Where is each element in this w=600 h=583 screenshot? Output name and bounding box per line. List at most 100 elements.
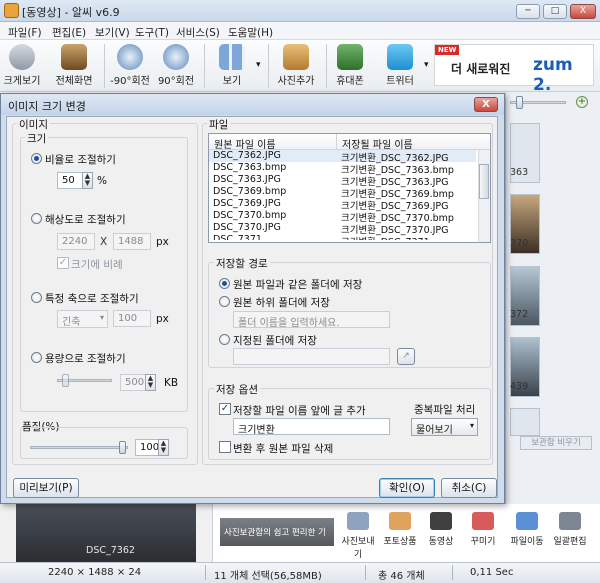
thumbnail[interactable]	[510, 408, 540, 436]
status-dimensions: 2240 × 1488 × 24	[48, 567, 142, 578]
menu-view[interactable]: 보기(V)	[95, 25, 130, 40]
capacity-slider[interactable]	[57, 374, 112, 387]
capacity-slider-thumb[interactable]	[62, 374, 69, 387]
fullscreen-button[interactable]: 전체화면	[50, 42, 98, 90]
photo-products-button[interactable]: 포토상품	[380, 512, 420, 547]
video-button[interactable]: 동영상	[421, 512, 461, 547]
scrollbar-thumb[interactable]	[479, 164, 489, 199]
folder-name-input[interactable]: 폴더 이름을 입력하세요.	[233, 311, 390, 328]
ratio-input[interactable]: 50	[57, 172, 85, 189]
twitter-dropdown-arrow[interactable]: ▾	[424, 60, 429, 70]
axis-radio[interactable]	[31, 292, 42, 303]
column-saved[interactable]: 저장될 파일 이름	[342, 136, 413, 151]
sub-folder-radio[interactable]	[219, 296, 230, 307]
zoom-in-icon[interactable]: +	[576, 96, 588, 108]
move-file-button[interactable]: 파일이동	[507, 512, 547, 547]
batch-edit-button[interactable]: 일괄편집	[550, 512, 590, 547]
status-selected: 11 개체 선택(56,58MB)	[214, 571, 322, 582]
ratio-radio[interactable]	[31, 153, 42, 164]
enlarge-view-button[interactable]: 크게보기	[2, 42, 42, 90]
axis-select[interactable]: 긴축 ▾	[57, 310, 108, 328]
rotate-right-button[interactable]: 90°회전	[156, 42, 196, 90]
window-title: [동영상] - 알씨 v6.9	[22, 6, 120, 19]
column-original[interactable]: 원본 파일 이름	[214, 136, 276, 151]
toolbar-separator	[204, 44, 205, 88]
quality-slider[interactable]	[30, 441, 128, 455]
capacity-radio[interactable]	[31, 352, 42, 363]
keep-ratio-checkbox[interactable]: ✓	[57, 257, 69, 269]
send-photo-button[interactable]: 사진보내기	[338, 512, 378, 560]
empty-bin-button[interactable]: 보관함 비우기	[520, 436, 592, 450]
ratio-spinner[interactable]: ▲ ▼	[82, 172, 93, 189]
same-folder-label: 원본 파일과 같은 폴더에 저장	[233, 279, 363, 291]
status-separator	[205, 565, 206, 580]
quality-slider-thumb[interactable]	[119, 441, 126, 454]
add-photo-button[interactable]: 사진추가	[274, 42, 318, 90]
prefix-input[interactable]: 크기변환_	[233, 418, 390, 435]
capacity-input[interactable]: 500	[120, 374, 148, 391]
status-time: 0,11 Sec	[470, 567, 514, 578]
quality-spinner[interactable]: ▲ ▼	[158, 439, 169, 456]
browse-folder-button[interactable]: ↗	[397, 348, 415, 365]
file-row[interactable]: DSC_7363.bmp 크기변환_DSC_7363.bmp	[209, 162, 476, 176]
duplicate-select[interactable]: 물어보기 ▾	[411, 418, 478, 436]
file-row[interactable]: DSC_7370.JPG 크기변환_DSC_7370.JPG	[209, 222, 476, 236]
decorate-button[interactable]: 꾸미기	[463, 512, 503, 547]
specified-folder-radio[interactable]	[219, 334, 230, 345]
decorate-label: 꾸미기	[470, 537, 496, 547]
close-button[interactable]: X	[570, 4, 596, 19]
same-folder-radio[interactable]	[219, 278, 230, 289]
quality-input[interactable]: 100	[135, 439, 160, 456]
zum-banner[interactable]: NEW 더 새로워진 zum 2.	[434, 44, 594, 95]
status-separator	[452, 565, 453, 580]
view-dropdown-arrow[interactable]: ▾	[256, 60, 261, 70]
window-titlebar: [동영상] - 알씨 v6.9 ─ □ X	[0, 0, 600, 22]
twitter-icon	[387, 44, 413, 70]
menu-file[interactable]: 파일(F)	[8, 25, 42, 40]
height-input[interactable]: 1488	[113, 233, 151, 250]
cancel-button[interactable]: 취소(C)	[441, 478, 497, 498]
twitter-label: 트위터	[386, 76, 414, 87]
toolbar-separator	[104, 44, 105, 88]
twitter-button[interactable]: 트위터	[380, 42, 420, 90]
axis-input[interactable]: 100	[113, 310, 151, 327]
preview-button[interactable]: 미리보기(P)	[13, 478, 79, 498]
file-row[interactable]: DSC_7363.JPG 크기변환_DSC_7363.JPG	[209, 174, 476, 188]
capacity-label: 용량으로 조절하기	[45, 353, 126, 365]
menu-service[interactable]: 서비스(S)	[176, 25, 220, 40]
rotate-left-button[interactable]: -90°회전	[108, 42, 152, 90]
chevron-down-icon: ▾	[469, 421, 474, 430]
grid-view-icon	[219, 44, 245, 70]
minimize-button[interactable]: ─	[516, 4, 540, 19]
file-row[interactable]: DSC_7362.JPG 크기변환_DSC_7362.JPG	[209, 150, 476, 164]
zoom-slider-thumb[interactable]	[516, 96, 523, 109]
capacity-unit: KB	[164, 377, 179, 389]
width-input[interactable]: 2240	[57, 233, 95, 250]
resolution-radio[interactable]	[31, 213, 42, 224]
menu-help[interactable]: 도움말(H)	[228, 25, 273, 40]
ok-button[interactable]: 확인(O)	[379, 478, 435, 498]
photo-products-icon	[389, 512, 411, 530]
ad-banner[interactable]: 사진보관함의 쉽고 편리한 기	[220, 518, 334, 546]
view-button[interactable]: 보기	[212, 42, 252, 90]
save-options-title: 저장 옵션	[214, 382, 260, 397]
file-row[interactable]: DSC_7369.bmp 크기변환_DSC_7369.bmp	[209, 186, 476, 200]
file-original-name: DSC_7371...	[213, 234, 271, 240]
chevron-down-icon: ▾	[99, 313, 104, 322]
maximize-button[interactable]: □	[543, 4, 567, 19]
file-row[interactable]: DSC_7369.JPG 크기변환_DSC_7369.JPG	[209, 198, 476, 212]
file-saved-name: 크기변환_DSC_7371...	[341, 234, 439, 240]
file-row[interactable]: DSC_7371... 크기변환_DSC_7371...	[209, 234, 476, 240]
capacity-spinner[interactable]: ▲ ▼	[145, 374, 156, 391]
phone-export-icon	[337, 44, 363, 70]
folder-path-input[interactable]	[233, 348, 390, 365]
menu-edit[interactable]: 편집(E)	[52, 25, 86, 40]
delete-original-checkbox[interactable]	[219, 441, 231, 453]
thumbnail-label: 439	[510, 381, 529, 392]
phone-button[interactable]: 휴대폰	[330, 42, 370, 90]
file-row[interactable]: DSC_7370.bmp 크기변환_DSC_7370.bmp	[209, 210, 476, 224]
prefix-checkbox[interactable]: ✓	[219, 403, 231, 415]
dialog-close-button[interactable]: X	[474, 97, 498, 112]
zoom-slider[interactable]	[510, 96, 580, 110]
menu-tools[interactable]: 도구(T)	[135, 25, 169, 40]
